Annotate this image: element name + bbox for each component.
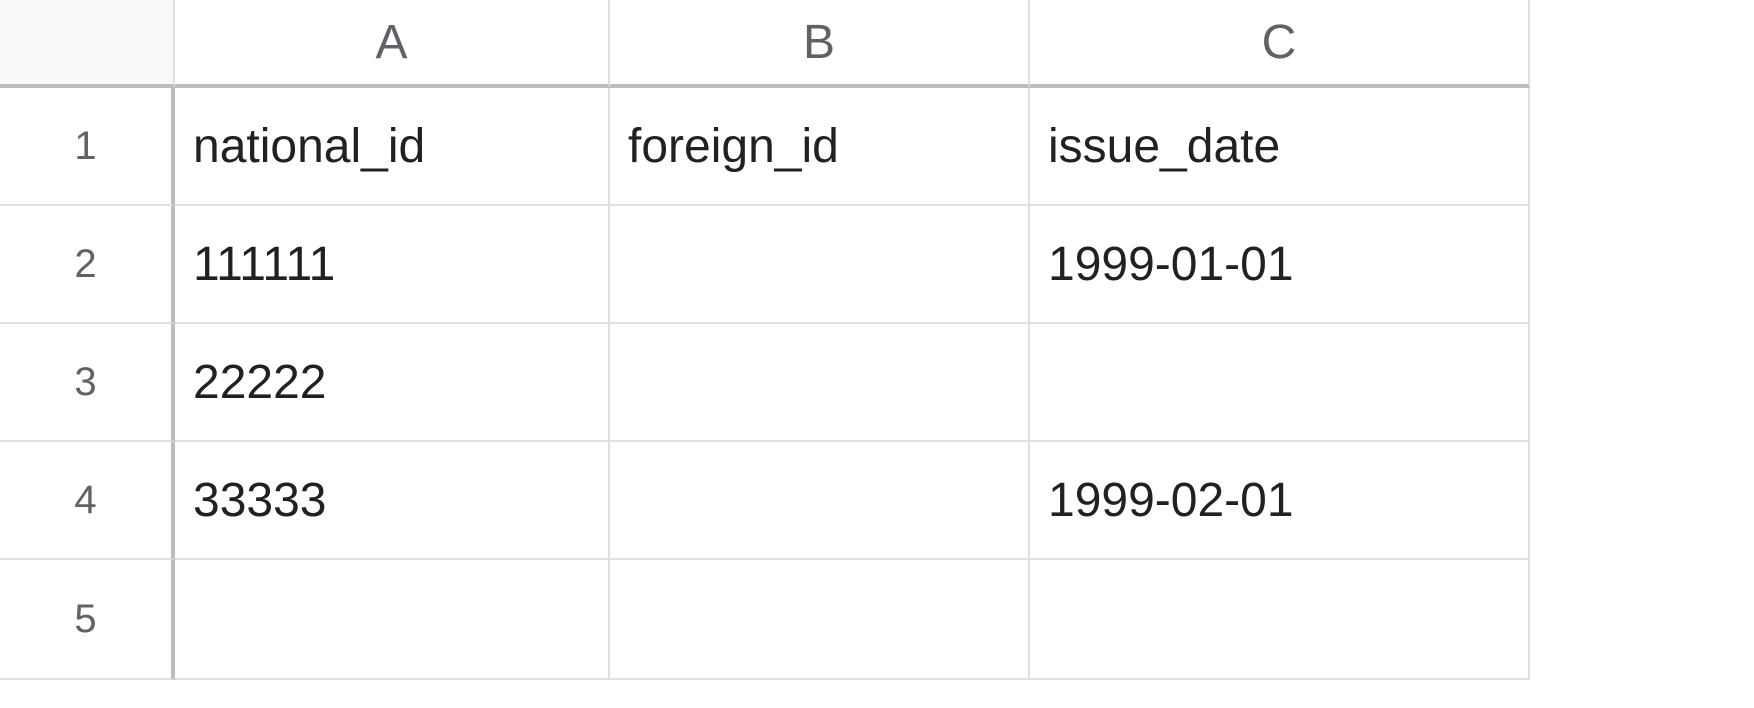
cell-c2[interactable]: 1999-01-01 (1030, 206, 1530, 324)
select-all-corner[interactable] (0, 0, 175, 88)
row-header-2[interactable]: 2 (0, 206, 175, 324)
cell-a3[interactable]: 22222 (175, 324, 610, 442)
column-header-a[interactable]: A (175, 0, 610, 88)
cell-a4[interactable]: 33333 (175, 442, 610, 560)
cell-b4[interactable] (610, 442, 1030, 560)
cell-a1[interactable]: national_id (175, 88, 610, 206)
cell-c4[interactable]: 1999-02-01 (1030, 442, 1530, 560)
cell-c5[interactable] (1030, 560, 1530, 680)
cell-c3[interactable] (1030, 324, 1530, 442)
row-header-3[interactable]: 3 (0, 324, 175, 442)
cell-c1[interactable]: issue_date (1030, 88, 1530, 206)
spreadsheet-grid: A B C 1 national_id foreign_id issue_dat… (0, 0, 1754, 680)
cell-b3[interactable] (610, 324, 1030, 442)
column-header-b[interactable]: B (610, 0, 1030, 88)
row-header-4[interactable]: 4 (0, 442, 175, 560)
cell-b2[interactable] (610, 206, 1030, 324)
cell-b5[interactable] (610, 560, 1030, 680)
cell-a2[interactable]: 111111 (175, 206, 610, 324)
column-header-c[interactable]: C (1030, 0, 1530, 88)
cell-b1[interactable]: foreign_id (610, 88, 1030, 206)
row-header-5[interactable]: 5 (0, 560, 175, 680)
row-header-1[interactable]: 1 (0, 88, 175, 206)
cell-a5[interactable] (175, 560, 610, 680)
